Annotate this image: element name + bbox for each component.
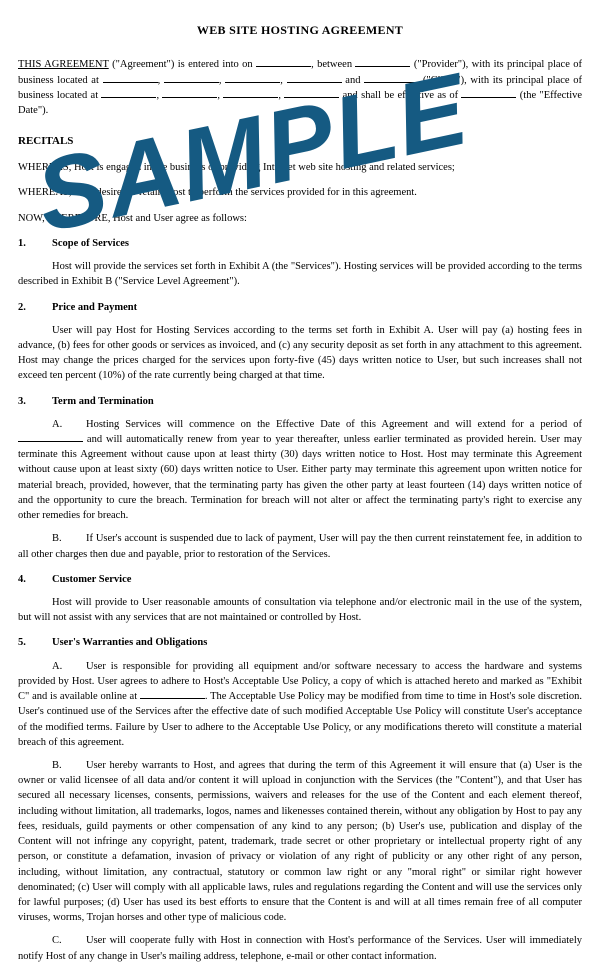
whereas-2: WHEREAS, User desires to retain Host to …	[18, 185, 582, 200]
section-5a: A.User is responsible for providing all …	[18, 659, 582, 750]
section-5b-text: User hereby warrants to Host, and agrees…	[18, 760, 582, 923]
section-4: 4.Customer Service Host will provide to …	[18, 572, 582, 626]
blank-b2	[162, 88, 217, 98]
blank-client	[364, 73, 419, 83]
now-therefore: NOW, THEREFORE, Host and User agree as f…	[18, 211, 582, 226]
section-1: 1.Scope of Services Host will provide th…	[18, 236, 582, 290]
intro-t6: and shall be effective as of	[339, 90, 461, 101]
intro-paragraph: THIS AGREEMENT ("Agreement") is entered …	[18, 57, 582, 118]
section-3: 3.Term and Termination A.Hosting Service…	[18, 394, 582, 562]
section-4-title: Customer Service	[52, 572, 131, 587]
intro-label: THIS AGREEMENT	[18, 59, 109, 70]
section-2-num: 2.	[18, 300, 52, 315]
recitals-heading: RECITALS	[18, 134, 582, 150]
section-3-num: 3.	[18, 394, 52, 409]
blank-effdate	[461, 88, 516, 98]
section-5-title: User's Warranties and Obligations	[52, 635, 207, 650]
blank-b1	[101, 88, 156, 98]
section-3a: A.Hosting Services will commence on the …	[18, 417, 582, 524]
blank-a2	[164, 73, 219, 83]
blank-b4	[284, 88, 339, 98]
section-5: 5.User's Warranties and Obligations A.Us…	[18, 635, 582, 963]
section-5b: B.User hereby warrants to Host, and agre…	[18, 758, 582, 925]
intro-t1: ("Agreement") is entered into on	[109, 59, 256, 70]
section-2-title: Price and Payment	[52, 300, 137, 315]
blank-a1	[103, 73, 158, 83]
section-5-num: 5.	[18, 635, 52, 650]
section-5c-text: User will cooperate fully with Host in c…	[18, 935, 582, 961]
section-2-para: User will pay Host for Hosting Services …	[18, 323, 582, 384]
blank-date	[256, 57, 311, 67]
section-1-title: Scope of Services	[52, 236, 129, 251]
blank-provider	[355, 57, 410, 67]
document-title: WEB SITE HOSTING AGREEMENT	[18, 22, 582, 39]
blank-url	[140, 689, 205, 699]
whereas-1: WHEREAS, Host is engaged in the business…	[18, 160, 582, 175]
intro-t2: , between	[311, 59, 355, 70]
section-3b-text: If User's account is suspended due to la…	[18, 533, 582, 559]
section-5c: C.User will cooperate fully with Host in…	[18, 933, 582, 963]
section-4-para: Host will provide to User reasonable amo…	[18, 595, 582, 625]
section-4-num: 4.	[18, 572, 52, 587]
section-1-para: Host will provide the services set forth…	[18, 259, 582, 289]
section-3-title: Term and Termination	[52, 394, 154, 409]
section-3a-t1: Hosting Services will commence on the Ef…	[86, 419, 582, 430]
intro-t4: and	[342, 75, 365, 86]
section-2: 2.Price and Payment User will pay Host f…	[18, 300, 582, 384]
section-1-num: 1.	[18, 236, 52, 251]
blank-period	[18, 432, 83, 442]
blank-a4	[287, 73, 342, 83]
section-3b: B.If User's account is suspended due to …	[18, 531, 582, 561]
blank-a3	[225, 73, 280, 83]
blank-b3	[223, 88, 278, 98]
section-3a-t2: and will automatically renew from year t…	[18, 434, 582, 521]
